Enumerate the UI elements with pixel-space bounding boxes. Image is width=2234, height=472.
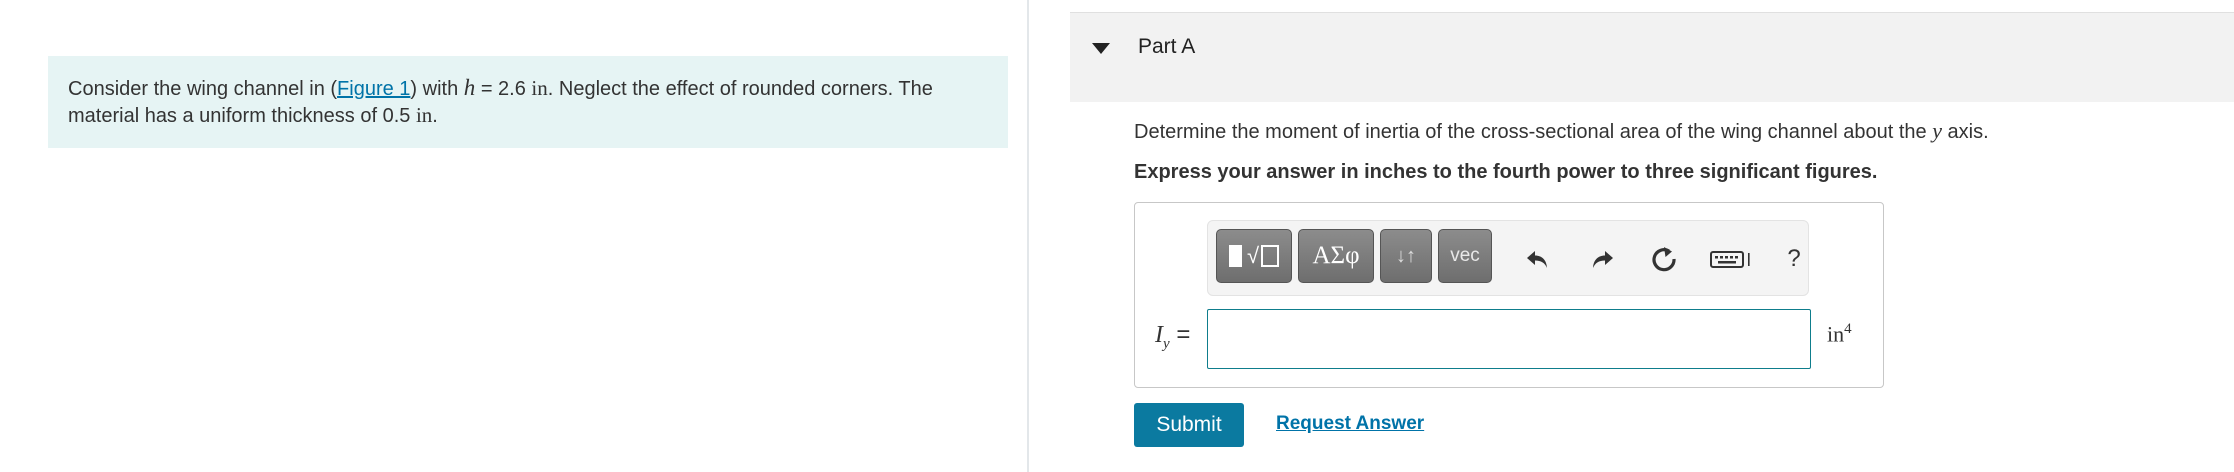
part-title: Part A — [1138, 35, 1196, 58]
h-unit: in — [531, 76, 548, 100]
reset-icon[interactable] — [1646, 241, 1682, 277]
unit-exponent: 4 — [1844, 321, 1852, 337]
question-axis: y — [1932, 118, 1942, 143]
question-text: Determine the moment of inertia of the c… — [1134, 118, 1989, 144]
variable-subscript: y — [1163, 335, 1170, 352]
undo-icon[interactable] — [1520, 241, 1556, 277]
unit-base: in — [1827, 321, 1845, 347]
problem-text-line1-end: . Neglect the effect of rounded corners.… — [547, 78, 933, 100]
part-header[interactable]: Part A — [1070, 12, 2234, 102]
problem-statement: Consider the wing channel in (Figure 1) … — [48, 56, 1008, 148]
templates-button[interactable]: √ — [1216, 229, 1292, 283]
math-toolbar: √ ΑΣφ ↓↑ vec ? — [1207, 220, 1809, 296]
answer-input[interactable] — [1207, 309, 1811, 369]
collapse-caret-icon[interactable] — [1092, 43, 1110, 54]
problem-text-line2: material has a uniform thickness of 0.5 — [68, 105, 416, 127]
question-after: axis. — [1942, 121, 1989, 143]
column-divider — [1027, 0, 1029, 472]
variable-h: h — [463, 75, 476, 100]
help-button[interactable]: ? — [1776, 241, 1812, 277]
variable-I: I — [1155, 322, 1163, 348]
answer-unit: in4 — [1827, 321, 1852, 347]
equals-sign: = — [1169, 321, 1191, 348]
answer-variable-label: Iy = — [1155, 321, 1190, 353]
greek-symbols-button[interactable]: ΑΣφ — [1298, 229, 1374, 283]
instruction-text: Express your answer in inches to the fou… — [1134, 161, 1878, 183]
question-before: Determine the moment of inertia of the c… — [1134, 121, 1933, 143]
vector-button[interactable]: vec — [1438, 229, 1492, 283]
problem-text-start: Consider the wing channel in ( — [68, 78, 338, 100]
answer-area: √ ΑΣφ ↓↑ vec ? Iy = in4 — [1134, 202, 1884, 388]
template-square-icon — [1228, 245, 1242, 267]
h-value: = 2.6 — [475, 78, 532, 100]
keyboard-icon[interactable] — [1708, 241, 1756, 277]
arrows-button[interactable]: ↓↑ — [1380, 229, 1432, 283]
problem-text-line2-end: . — [432, 105, 438, 127]
redo-icon[interactable] — [1584, 241, 1620, 277]
radical-icon: √ — [1246, 243, 1260, 268]
request-answer-link[interactable]: Request Answer — [1276, 413, 1424, 435]
submit-button[interactable]: Submit — [1134, 403, 1244, 447]
problem-text-with: ) with — [410, 78, 464, 100]
figure-link[interactable]: Figure 1 — [337, 78, 410, 100]
thickness-unit: in — [415, 103, 433, 127]
template-box-icon — [1261, 245, 1280, 267]
